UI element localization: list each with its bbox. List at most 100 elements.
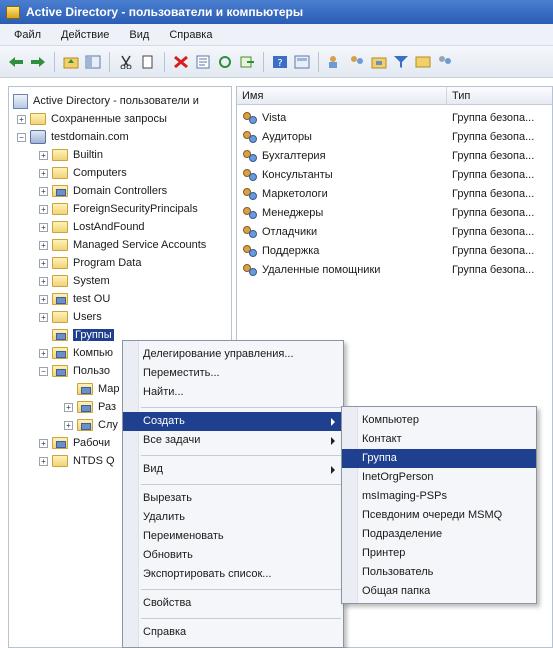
tree-item-test-ou[interactable]: + test OU xyxy=(39,290,110,308)
expand-icon[interactable]: + xyxy=(39,438,48,448)
tree-item-users[interactable]: + Users xyxy=(39,308,102,326)
cut-icon[interactable] xyxy=(116,52,136,72)
expand-icon[interactable]: + xyxy=(39,294,48,304)
tree-item-program-data[interactable]: + Program Data xyxy=(39,254,141,272)
tree-item-users-ou[interactable]: − Пользо xyxy=(39,362,110,380)
submenu-item-printer[interactable]: Принтер xyxy=(342,544,536,563)
submenu-item-user[interactable]: Пользователь xyxy=(342,563,536,582)
expand-icon[interactable]: + xyxy=(39,276,48,286)
submenu-item-msmq-alias[interactable]: Псевдоним очереди MSMQ xyxy=(342,506,536,525)
list-item[interactable]: Аудиторы Группа безопа... xyxy=(237,127,552,146)
expand-icon[interactable]: + xyxy=(39,150,48,160)
menu-separator xyxy=(141,589,341,590)
tree-item-label: Слу xyxy=(98,419,118,431)
submenu-item-contact[interactable]: Контакт xyxy=(342,430,536,449)
console-tree-icon[interactable] xyxy=(83,52,103,72)
expand-icon[interactable]: + xyxy=(39,204,48,214)
new-group-icon[interactable] xyxy=(347,52,367,72)
properties-icon[interactable] xyxy=(193,52,213,72)
tree-item-managed-service[interactable]: + Managed Service Accounts xyxy=(39,236,206,254)
users-icon[interactable] xyxy=(435,52,455,72)
list-item[interactable]: Менеджеры Группа безопа... xyxy=(237,203,552,222)
menu-item-cut[interactable]: Вырезать xyxy=(123,489,343,508)
add-to-group-icon[interactable] xyxy=(413,52,433,72)
export-icon[interactable] xyxy=(237,52,257,72)
expand-icon[interactable]: + xyxy=(64,402,73,412)
tree-item-builtin[interactable]: + Builtin xyxy=(39,146,103,164)
menu-item-help[interactable]: Справка xyxy=(123,623,343,642)
submenu-item-msimaging[interactable]: msImaging-PSPs xyxy=(342,487,536,506)
new-user-icon[interactable] xyxy=(325,52,345,72)
expand-icon[interactable]: + xyxy=(39,258,48,268)
submenu-item-inetorgperson[interactable]: InetOrgPerson xyxy=(342,468,536,487)
expand-icon[interactable]: + xyxy=(39,240,48,250)
expand-icon[interactable]: + xyxy=(39,186,48,196)
menu-item-export[interactable]: Экспортировать список... xyxy=(123,565,343,584)
submenu-item-computer[interactable]: Компьютер xyxy=(342,411,536,430)
menu-item-all-tasks[interactable]: Все задачи xyxy=(123,431,343,450)
tree-item-dev[interactable]: + Раз xyxy=(64,398,116,416)
menu-item-rename[interactable]: Переименовать xyxy=(123,527,343,546)
expand-icon[interactable]: + xyxy=(39,222,48,232)
tree-item-ntds[interactable]: + NTDS Q xyxy=(39,452,115,470)
view-icon[interactable] xyxy=(292,52,312,72)
tree-item-saved-queries[interactable]: + Сохраненные запросы xyxy=(17,110,167,128)
tree-item-computers[interactable]: + Computers xyxy=(39,164,127,182)
tree-item-domain[interactable]: − testdomain.com xyxy=(17,128,129,146)
tree-item-system[interactable]: + System xyxy=(39,272,110,290)
tree-item-workstations[interactable]: + Рабочи xyxy=(39,434,110,452)
list-item[interactable]: Консультанты Группа безопа... xyxy=(237,165,552,184)
help-icon[interactable]: ? xyxy=(270,52,290,72)
menu-item-refresh[interactable]: Обновить xyxy=(123,546,343,565)
column-header-type[interactable]: Тип xyxy=(447,87,552,105)
expand-icon[interactable]: + xyxy=(17,114,26,124)
tree-item-marketing[interactable]: Мар xyxy=(77,380,120,398)
menu-item-find[interactable]: Найти... xyxy=(123,383,343,402)
copy-icon[interactable] xyxy=(138,52,158,72)
menu-item-properties[interactable]: Свойства xyxy=(123,594,343,613)
menu-view[interactable]: Вид xyxy=(119,24,159,46)
menu-item-delete[interactable]: Удалить xyxy=(123,508,343,527)
collapse-icon[interactable]: − xyxy=(39,366,48,376)
tree-item-domain-controllers[interactable]: + Domain Controllers xyxy=(39,182,167,200)
submenu-item-group[interactable]: Группа xyxy=(342,449,536,468)
list-item[interactable]: Маркетологи Группа безопа... xyxy=(237,184,552,203)
expand-icon[interactable]: + xyxy=(39,456,48,466)
list-item[interactable]: Поддержка Группа безопа... xyxy=(237,241,552,260)
tree-item-lostandfound[interactable]: + LostAndFound xyxy=(39,218,145,236)
refresh-icon[interactable] xyxy=(215,52,235,72)
menu-action[interactable]: Действие xyxy=(51,24,119,46)
expand-icon[interactable]: + xyxy=(39,348,48,358)
expand-icon[interactable]: + xyxy=(39,312,48,322)
up-folder-icon[interactable] xyxy=(61,52,81,72)
menu-help[interactable]: Справка xyxy=(159,24,222,46)
tree-root[interactable]: Active Directory - пользователи и xyxy=(13,92,199,110)
list-item[interactable]: Бухгалтерия Группа безопа... xyxy=(237,146,552,165)
tree-item-foreign-security[interactable]: + ForeignSecurityPrincipals xyxy=(39,200,198,218)
menu-file[interactable]: Файл xyxy=(4,24,51,46)
group-name: Отладчики xyxy=(262,225,318,238)
back-arrow-icon[interactable] xyxy=(6,52,26,72)
menu-item-delegate[interactable]: Делегирование управления... xyxy=(123,345,343,364)
collapse-icon[interactable]: − xyxy=(17,132,26,142)
submenu-item-shared-folder[interactable]: Общая папка xyxy=(342,582,536,601)
tree-item-computers-ou[interactable]: + Компью xyxy=(39,344,113,362)
column-header-name[interactable]: Имя xyxy=(237,87,447,105)
expand-icon[interactable]: + xyxy=(64,420,73,430)
menu-item-create[interactable]: Создать xyxy=(123,412,343,431)
filter-icon[interactable] xyxy=(391,52,411,72)
group-type: Группа безопа... xyxy=(452,111,535,124)
tree-item-groups[interactable]: Группы xyxy=(52,326,114,344)
context-menu: Делегирование управления... Переместить.… xyxy=(122,340,344,648)
submenu-item-ou[interactable]: Подразделение xyxy=(342,525,536,544)
delete-icon[interactable] xyxy=(171,52,191,72)
forward-arrow-icon[interactable] xyxy=(28,52,48,72)
menu-item-view[interactable]: Вид xyxy=(123,460,343,479)
tree-item-services[interactable]: + Слу xyxy=(64,416,118,434)
list-item[interactable]: Vista Группа безопа... xyxy=(237,108,552,127)
expand-icon[interactable]: + xyxy=(39,168,48,178)
list-item[interactable]: Удаленные помощники Группа безопа... xyxy=(237,260,552,279)
list-item[interactable]: Отладчики Группа безопа... xyxy=(237,222,552,241)
menu-item-move[interactable]: Переместить... xyxy=(123,364,343,383)
new-ou-icon[interactable] xyxy=(369,52,389,72)
